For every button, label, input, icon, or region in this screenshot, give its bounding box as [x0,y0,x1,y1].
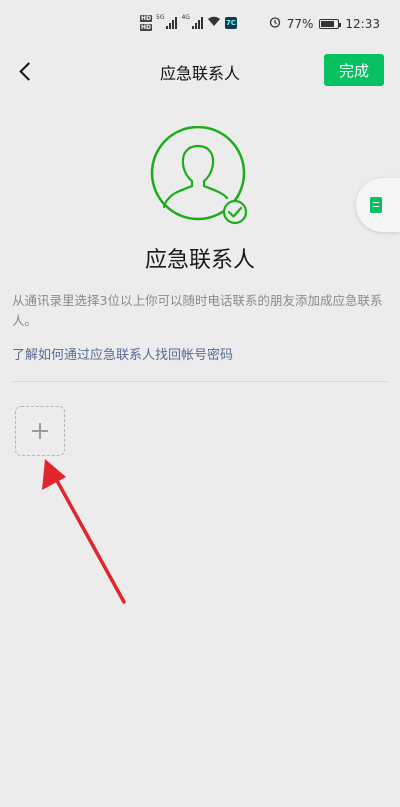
hd-badge-top: HD [140,15,153,22]
red-arrow-icon [42,459,126,604]
floating-side-tab[interactable] [356,178,400,232]
divider [12,381,388,382]
nav-bar: 应急联系人 完成 [0,48,400,94]
app-notification-icon: 7C [224,17,237,29]
battery-fill [321,20,334,27]
section-heading: 应急联系人 [144,248,255,273]
status-left: HD HD 5G 4G 7C [140,14,237,32]
signal-icon [166,17,178,29]
status-right: 77% 12:33 [269,16,380,31]
help-link[interactable]: 了解如何通过应急联系人找回帐号密码 [12,344,233,363]
network-5g-label: 5G [156,14,165,21]
emergency-contact-avatar [150,125,250,226]
hd-badges: HD HD [140,14,153,32]
status-bar: HD HD 5G 4G 7C 77% 12:33 [0,0,400,48]
battery-percent: 77% [286,16,314,31]
person-check-icon [150,125,248,225]
add-contact-button[interactable] [15,406,65,456]
clock: 12:33 [345,16,380,31]
wifi-icon [207,16,221,30]
battery-icon [319,18,342,29]
hd-badge-bottom: HD [140,24,153,31]
document-icon [370,197,382,213]
network-4g-label: 4G [181,14,190,21]
done-button[interactable]: 完成 [324,54,384,86]
signal-icon-2 [191,17,203,29]
alarm-icon [269,16,281,31]
description-text: 从通讯录里选择3位以上你可以随时电话联系的朋友添加成应急联系人。 [12,293,383,328]
